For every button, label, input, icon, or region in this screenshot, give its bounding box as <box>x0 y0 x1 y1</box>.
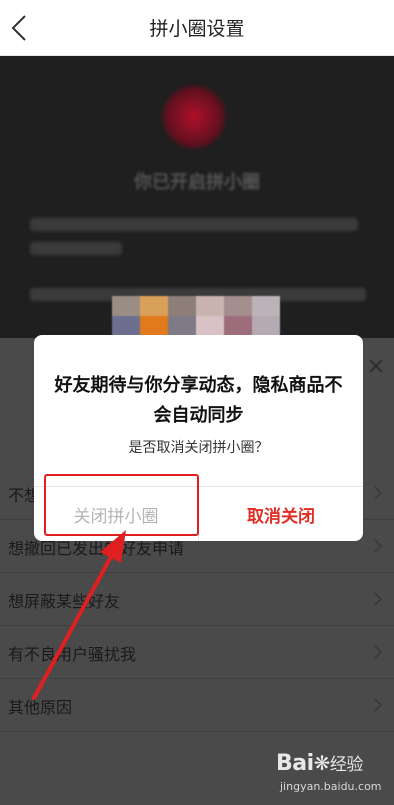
watermark-url: jingyan.baidu.com <box>280 780 382 793</box>
avatar <box>163 86 225 148</box>
cancel-close-button[interactable]: 取消关闭 <box>199 487 363 541</box>
reason-label: 其他原因 <box>8 698 73 717</box>
reason-label: 有不良用户骚扰我 <box>8 645 137 664</box>
reason-item[interactable]: 有不良用户骚扰我 <box>0 627 394 679</box>
watermark-logo: Bai❋经验 <box>276 751 363 776</box>
reason-label: 想屏蔽某些好友 <box>8 592 121 611</box>
dialog-title: 好友期待与你分享动态，隐私商品不会自动同步 <box>54 375 343 426</box>
annotation-highlight-box <box>44 474 199 536</box>
close-icon[interactable] <box>366 356 386 376</box>
reason-item[interactable]: 其他原因 <box>0 680 394 732</box>
blurred-text <box>30 242 122 255</box>
back-arrow-icon[interactable] <box>6 12 36 44</box>
chevron-right-icon <box>374 645 383 659</box>
status-title: 你已开启拼小圈 <box>134 172 260 193</box>
page-title: 拼小圈设置 <box>149 18 245 40</box>
baidu-jingyan-watermark: Bai❋经验 jingyan.baidu.com <box>276 748 386 800</box>
chevron-right-icon <box>374 486 383 500</box>
dialog-subtitle: 是否取消关闭拼小圈？ <box>128 440 269 456</box>
chevron-right-icon <box>374 592 383 606</box>
navbar: 拼小圈设置 <box>0 0 394 56</box>
reason-item[interactable]: 想屏蔽某些好友 <box>0 574 394 626</box>
chevron-right-icon <box>374 539 383 553</box>
chevron-right-icon <box>374 698 383 712</box>
paw-icon: ❋ <box>313 751 331 775</box>
blurred-text <box>30 218 358 231</box>
